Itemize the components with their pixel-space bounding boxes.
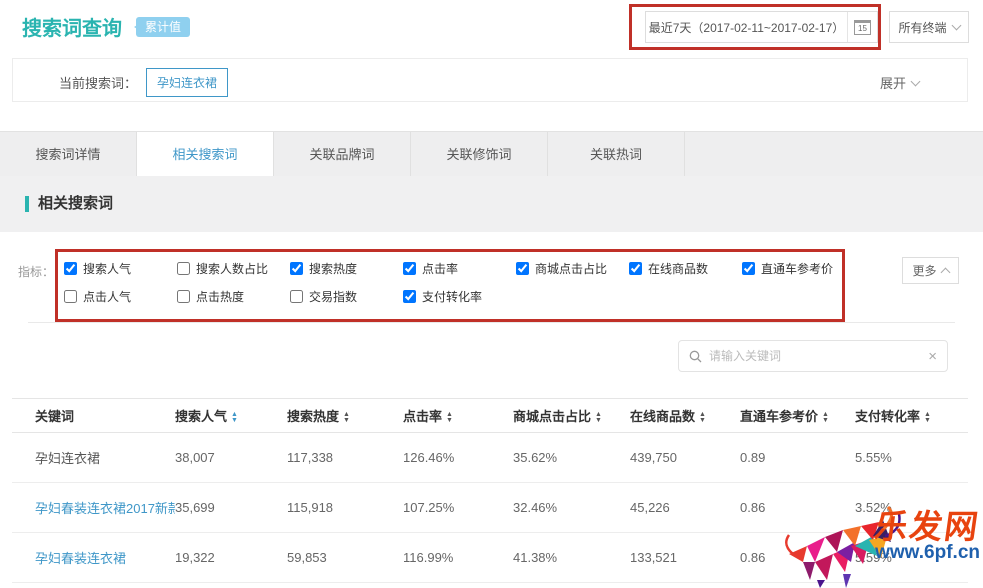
value-cell: 3.52% bbox=[855, 483, 968, 533]
sort-icon[interactable]: ▲▼ bbox=[822, 412, 829, 424]
indicator-label: 指标： bbox=[18, 263, 54, 280]
col-header-search-heat[interactable]: 搜索热度▲▼ bbox=[287, 399, 403, 433]
value-cell: 59,853 bbox=[287, 533, 403, 583]
col-header-mall-click-ratio[interactable]: 商城点击占比▲▼ bbox=[513, 399, 630, 433]
checkbox-input[interactable] bbox=[290, 290, 303, 303]
table-row: 孕妇连衣裙 38,007 117,338 126.46% 35.62% 439,… bbox=[12, 433, 968, 483]
section-band: 相关搜索词 bbox=[0, 176, 983, 232]
terminal-dropdown[interactable]: 所有终端 bbox=[889, 11, 969, 43]
table-row: 孕妇春装连衣裙 19,322 59,853 116.99% 41.38% 133… bbox=[12, 533, 968, 583]
checkbox-payment-conversion[interactable]: 支付转化率 bbox=[403, 288, 516, 305]
clear-icon[interactable]: × bbox=[928, 349, 937, 364]
keyword-filter-box: × bbox=[678, 340, 948, 372]
indicator-selector: 指标： 搜索人气 搜索人数占比 搜索热度 点击率 商城点击占比 在线商品数 bbox=[0, 248, 983, 322]
date-range-picker[interactable]: 最近7天（2017-02-11~2017-02-17） 15 bbox=[645, 11, 878, 43]
search-icon bbox=[689, 350, 702, 363]
indicator-row-1: 搜索人气 搜索人数占比 搜索热度 点击率 商城点击占比 在线商品数 直通车参考价 bbox=[64, 260, 855, 277]
value-cell: 5.55% bbox=[855, 433, 968, 483]
table-row: 孕妇春装连衣裙2017新款 35,699 115,918 107.25% 32.… bbox=[12, 483, 968, 533]
checkbox-input[interactable] bbox=[629, 262, 642, 275]
sort-icon[interactable]: ▲▼ bbox=[231, 412, 238, 424]
tab-related-brand-terms[interactable]: 关联品牌词 bbox=[274, 132, 411, 177]
checkbox-input[interactable] bbox=[177, 290, 190, 303]
table-header-row: 关键词 搜索人气▲▼ 搜索热度▲▼ 点击率▲▼ 商城点击占比▲▼ 在线商品数▲▼… bbox=[12, 399, 968, 433]
value-cell: 35.62% bbox=[513, 433, 630, 483]
current-search-term-tag[interactable]: 孕妇连衣裙 bbox=[146, 68, 228, 97]
terminal-dropdown-label: 所有终端 bbox=[898, 19, 946, 36]
current-search-label: 当前搜索词： bbox=[59, 73, 137, 92]
sort-icon[interactable]: ▲▼ bbox=[699, 412, 706, 424]
sort-icon[interactable]: ▲▼ bbox=[343, 412, 350, 424]
tab-related-hot-terms[interactable]: 关联热词 bbox=[548, 132, 685, 177]
checkbox-input[interactable] bbox=[290, 262, 303, 275]
expand-button[interactable]: 展开 bbox=[880, 73, 919, 92]
chevron-down-icon bbox=[951, 21, 961, 31]
chevron-down-icon bbox=[911, 76, 921, 86]
col-header-search-popularity[interactable]: 搜索人气▲▼ bbox=[175, 399, 287, 433]
checkbox-search-heat[interactable]: 搜索热度 bbox=[290, 260, 403, 277]
sort-icon[interactable]: ▲▼ bbox=[595, 412, 602, 424]
tab-bar: 搜索词详情 相关搜索词 关联品牌词 关联修饰词 关联热词 bbox=[0, 131, 983, 176]
checkbox-input[interactable] bbox=[516, 262, 529, 275]
value-cell: 0.86 bbox=[740, 483, 855, 533]
value-cell: 126.46% bbox=[403, 433, 513, 483]
checkbox-click-rate[interactable]: 点击率 bbox=[403, 260, 516, 277]
value-cell: 439,750 bbox=[630, 433, 740, 483]
sort-icon[interactable]: ▲▼ bbox=[446, 412, 453, 424]
checkbox-input[interactable] bbox=[177, 262, 190, 275]
checkbox-click-popularity[interactable]: 点击人气 bbox=[64, 288, 177, 305]
checkbox-mall-click-ratio[interactable]: 商城点击占比 bbox=[516, 260, 629, 277]
checkbox-input[interactable] bbox=[64, 290, 77, 303]
current-search-panel: 当前搜索词： 孕妇连衣裙 展开 bbox=[12, 58, 968, 102]
checkbox-input[interactable] bbox=[742, 262, 755, 275]
chevron-up-icon bbox=[940, 267, 950, 277]
value-cell: 133,521 bbox=[630, 533, 740, 583]
checkbox-click-heat[interactable]: 点击热度 bbox=[177, 288, 290, 305]
value-cell: 32.46% bbox=[513, 483, 630, 533]
section-title: 相关搜索词 bbox=[25, 196, 113, 212]
checkbox-input[interactable] bbox=[403, 262, 416, 275]
value-cell: 45,226 bbox=[630, 483, 740, 533]
divider bbox=[28, 322, 955, 323]
value-cell: 5.59% bbox=[855, 533, 968, 583]
keyword-link[interactable]: 孕妇春装连衣裙2017新款 bbox=[12, 483, 175, 533]
checkbox-input[interactable] bbox=[403, 290, 416, 303]
value-cell: 0.86 bbox=[740, 533, 855, 583]
calendar-icon[interactable]: 15 bbox=[847, 12, 877, 42]
tab-related-search-terms[interactable]: 相关搜索词 bbox=[137, 132, 274, 177]
keyword-link[interactable]: 孕妇春装连衣裙 bbox=[12, 533, 175, 583]
indicator-row-2: 点击人气 点击热度 交易指数 支付转化率 bbox=[64, 288, 516, 305]
checkbox-input[interactable] bbox=[64, 262, 77, 275]
value-cell: 35,699 bbox=[175, 483, 287, 533]
tab-search-term-detail[interactable]: 搜索词详情 bbox=[0, 132, 137, 177]
checkbox-ztc-reference-price[interactable]: 直通车参考价 bbox=[742, 260, 855, 277]
checkbox-search-popularity[interactable]: 搜索人气 bbox=[64, 260, 177, 277]
date-range-text: 最近7天（2017-02-11~2017-02-17） bbox=[646, 19, 847, 36]
value-cell: 38,007 bbox=[175, 433, 287, 483]
keyword-filter-input[interactable] bbox=[709, 349, 921, 363]
col-header-keyword: 关键词 bbox=[12, 399, 175, 433]
value-cell: 117,338 bbox=[287, 433, 403, 483]
checkbox-online-products[interactable]: 在线商品数 bbox=[629, 260, 742, 277]
col-header-payment-conversion[interactable]: 支付转化率▲▼ bbox=[855, 399, 968, 433]
keyword-cell: 孕妇连衣裙 bbox=[12, 433, 175, 483]
checkbox-transaction-index[interactable]: 交易指数 bbox=[290, 288, 403, 305]
more-button[interactable]: 更多 bbox=[902, 257, 959, 284]
value-cell: 107.25% bbox=[403, 483, 513, 533]
col-header-ztc-price[interactable]: 直通车参考价▲▼ bbox=[740, 399, 855, 433]
sort-icon[interactable]: ▲▼ bbox=[924, 412, 931, 424]
cumulative-value-badge: 累计值 bbox=[136, 17, 190, 37]
value-cell: 19,322 bbox=[175, 533, 287, 583]
page-title: 搜索词查询 bbox=[22, 12, 122, 41]
checkbox-searcher-ratio[interactable]: 搜索人数占比 bbox=[177, 260, 290, 277]
value-cell: 115,918 bbox=[287, 483, 403, 533]
col-header-click-rate[interactable]: 点击率▲▼ bbox=[403, 399, 513, 433]
related-search-table: 关键词 搜索人气▲▼ 搜索热度▲▼ 点击率▲▼ 商城点击占比▲▼ 在线商品数▲▼… bbox=[12, 398, 968, 583]
tab-related-modifier-terms[interactable]: 关联修饰词 bbox=[411, 132, 548, 177]
value-cell: 0.89 bbox=[740, 433, 855, 483]
col-header-online-products[interactable]: 在线商品数▲▼ bbox=[630, 399, 740, 433]
value-cell: 41.38% bbox=[513, 533, 630, 583]
search-term-query-page: 搜索词查询 累计值 最近7天（2017-02-11~2017-02-17） 15… bbox=[0, 0, 983, 588]
value-cell: 116.99% bbox=[403, 533, 513, 583]
